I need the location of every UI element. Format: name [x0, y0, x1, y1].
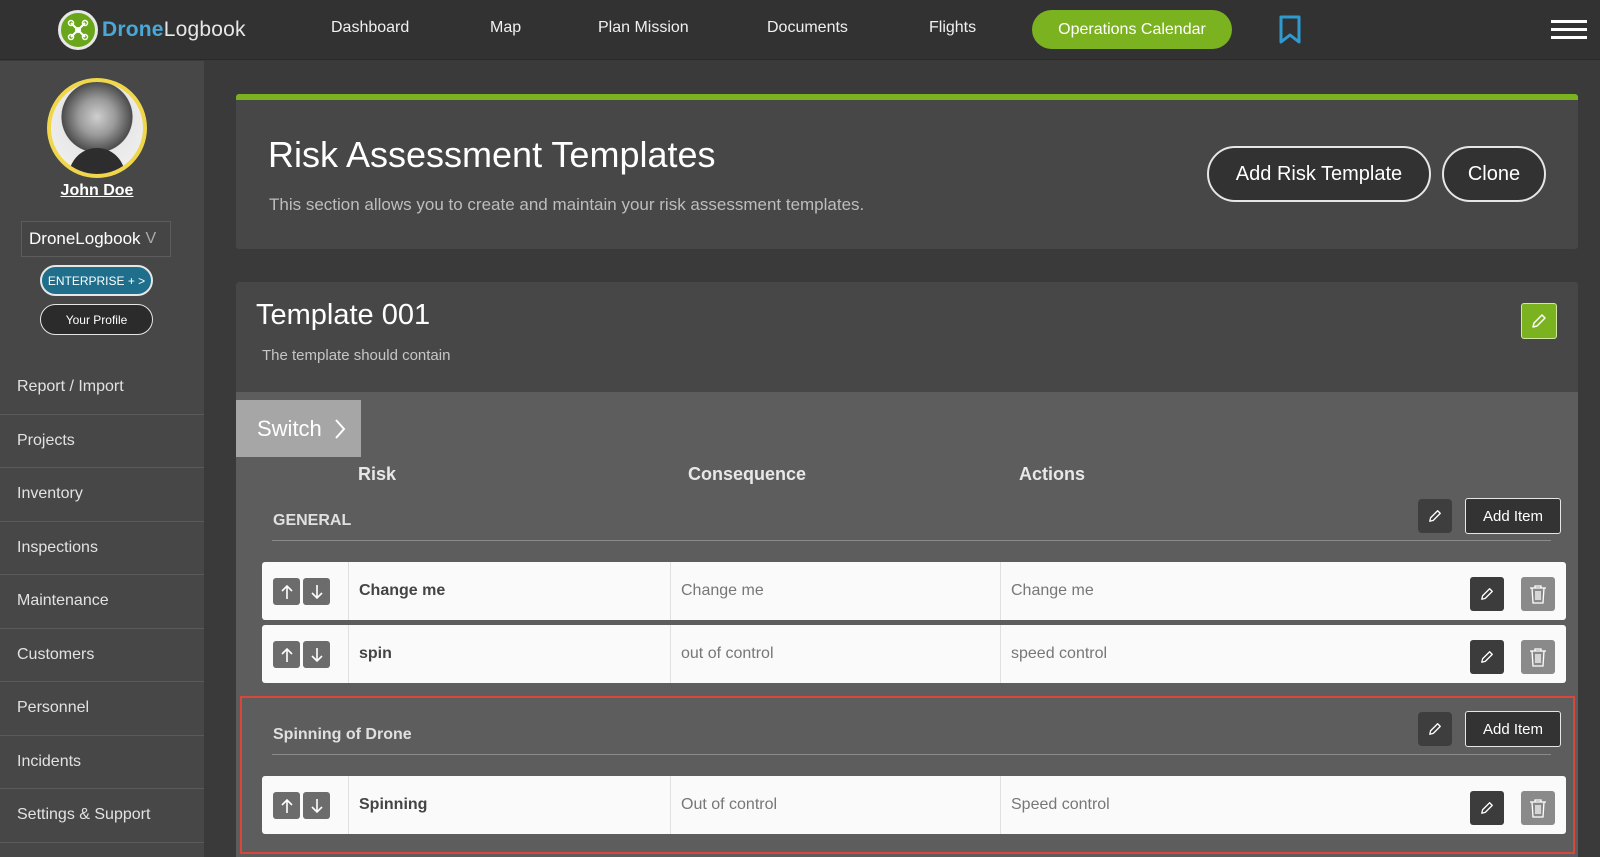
sidebar-item-settings-support[interactable]: Settings & Support	[0, 789, 204, 843]
edit-section-spinning-button[interactable]	[1418, 712, 1452, 746]
edit-template-button[interactable]	[1521, 303, 1557, 339]
actions-cell: speed control	[1000, 625, 1300, 683]
edit-section-general-button[interactable]	[1418, 499, 1452, 533]
nav-flights[interactable]: Flights	[929, 19, 976, 37]
move-down-button[interactable]	[303, 578, 330, 605]
hamburger-menu-icon[interactable]	[1551, 20, 1587, 40]
arrow-up-icon	[280, 584, 293, 599]
column-header-consequence: Consequence	[688, 464, 807, 484]
sidebar-item-incidents[interactable]: Incidents	[0, 736, 204, 789]
consequence-cell: out of control	[670, 625, 1000, 683]
trash-icon	[1530, 585, 1546, 604]
sidebar-item-customers[interactable]: Customers	[0, 629, 204, 682]
switch-label: Switch	[257, 415, 322, 441]
sidebar-item-personnel[interactable]: Personnel	[0, 682, 204, 736]
operations-calendar-button[interactable]: Operations Calendar	[1032, 10, 1232, 49]
pencil-icon	[1532, 314, 1546, 328]
move-up-button[interactable]	[273, 641, 300, 668]
trash-icon	[1530, 799, 1546, 818]
pencil-icon	[1481, 651, 1493, 663]
delete-row-button[interactable]	[1521, 640, 1555, 674]
actions-cell: Change me	[1000, 562, 1300, 620]
sidebar-item-inspections[interactable]: Inspections	[0, 522, 204, 575]
table-row: Spinning Out of control Speed control	[262, 776, 1566, 834]
section-divider	[272, 540, 1551, 541]
sidebar: John Doe DroneLogbook V ENTERPRISE + > Y…	[0, 61, 204, 857]
avatar-photo	[51, 82, 143, 174]
arrow-up-icon	[280, 798, 293, 813]
organization-name: DroneLogbook	[29, 229, 141, 248]
actions-cell: Speed control	[1000, 776, 1300, 834]
delete-row-button[interactable]	[1521, 577, 1555, 611]
move-down-button[interactable]	[303, 792, 330, 819]
sidebar-item-inventory[interactable]: Inventory	[0, 468, 204, 522]
drone-logo-icon	[58, 10, 98, 50]
page-subtitle: This section allows you to create and ma…	[269, 195, 865, 214]
avatar[interactable]	[47, 78, 147, 178]
pencil-icon	[1481, 588, 1493, 600]
add-risk-template-button[interactable]: Add Risk Template	[1207, 146, 1431, 202]
risk-cell: Spinning	[348, 776, 670, 834]
arrow-up-icon	[280, 647, 293, 662]
table-row: Change me Change me Change me	[262, 562, 1566, 620]
table-row: spin out of control speed control	[262, 625, 1566, 683]
pencil-icon	[1429, 723, 1441, 735]
chevron-right-icon	[335, 418, 346, 439]
template-card: Template 001 The template should contain…	[236, 282, 1578, 857]
consequence-cell: Out of control	[670, 776, 1000, 834]
clone-button[interactable]: Clone	[1442, 146, 1546, 202]
sidebar-item-report-import[interactable]: Report / Import	[0, 361, 204, 415]
move-down-button[interactable]	[303, 641, 330, 668]
dronelogbook-logo[interactable]: DroneLogbook	[58, 10, 246, 50]
top-navbar: DroneLogbook Dashboard Map Plan Mission …	[0, 0, 1600, 60]
risk-cell: Change me	[348, 562, 670, 620]
move-up-button[interactable]	[273, 792, 300, 819]
template-subtitle: The template should contain	[262, 347, 451, 364]
edit-row-button[interactable]	[1470, 640, 1504, 674]
section-title-general: GENERAL	[273, 512, 352, 529]
logo-text: DroneLogbook	[102, 18, 246, 42]
bookmark-icon[interactable]	[1279, 15, 1301, 45]
logo-brand: Drone	[102, 18, 164, 41]
nav-plan-mission[interactable]: Plan Mission	[598, 19, 689, 37]
trash-icon	[1530, 648, 1546, 667]
enterprise-plan-button[interactable]: ENTERPRISE + >	[40, 265, 153, 296]
page-header-card: Risk Assessment Templates This section a…	[236, 94, 1578, 249]
nav-documents[interactable]: Documents	[767, 19, 848, 37]
arrow-down-icon	[310, 647, 323, 662]
chevron-down-icon: V	[145, 230, 157, 247]
page-title: Risk Assessment Templates	[268, 134, 716, 175]
edit-row-button[interactable]	[1470, 577, 1504, 611]
template-title: Template 001	[256, 299, 431, 331]
add-item-spinning-button[interactable]: Add Item	[1465, 711, 1561, 747]
user-name-link[interactable]: John Doe	[0, 182, 194, 200]
delete-row-button[interactable]	[1521, 791, 1555, 825]
section-title-spinning-of-drone: Spinning of Drone	[273, 726, 412, 743]
switch-button[interactable]: Switch	[236, 400, 361, 457]
your-profile-button[interactable]: Your Profile	[40, 304, 153, 335]
arrow-down-icon	[310, 798, 323, 813]
sidebar-menu: Report / Import Projects Inventory Inspe…	[0, 361, 204, 843]
edit-row-button[interactable]	[1470, 791, 1504, 825]
sidebar-item-maintenance[interactable]: Maintenance	[0, 575, 204, 629]
organization-select[interactable]: DroneLogbook V	[21, 221, 171, 257]
pencil-icon	[1429, 510, 1441, 522]
consequence-cell: Change me	[670, 562, 1000, 620]
arrow-down-icon	[310, 584, 323, 599]
add-item-general-button[interactable]: Add Item	[1465, 498, 1561, 534]
column-header-risk: Risk	[358, 464, 397, 484]
template-body: Switch Risk Consequence Actions GENERAL …	[236, 392, 1578, 857]
risk-cell: spin	[348, 625, 670, 683]
move-up-button[interactable]	[273, 578, 300, 605]
section-divider	[272, 754, 1551, 755]
logo-brand-rest: Logbook	[163, 18, 246, 41]
sidebar-item-projects[interactable]: Projects	[0, 415, 204, 468]
nav-map[interactable]: Map	[490, 19, 521, 37]
nav-dashboard[interactable]: Dashboard	[331, 19, 409, 37]
pencil-icon	[1481, 802, 1493, 814]
column-header-actions: Actions	[1019, 464, 1086, 484]
